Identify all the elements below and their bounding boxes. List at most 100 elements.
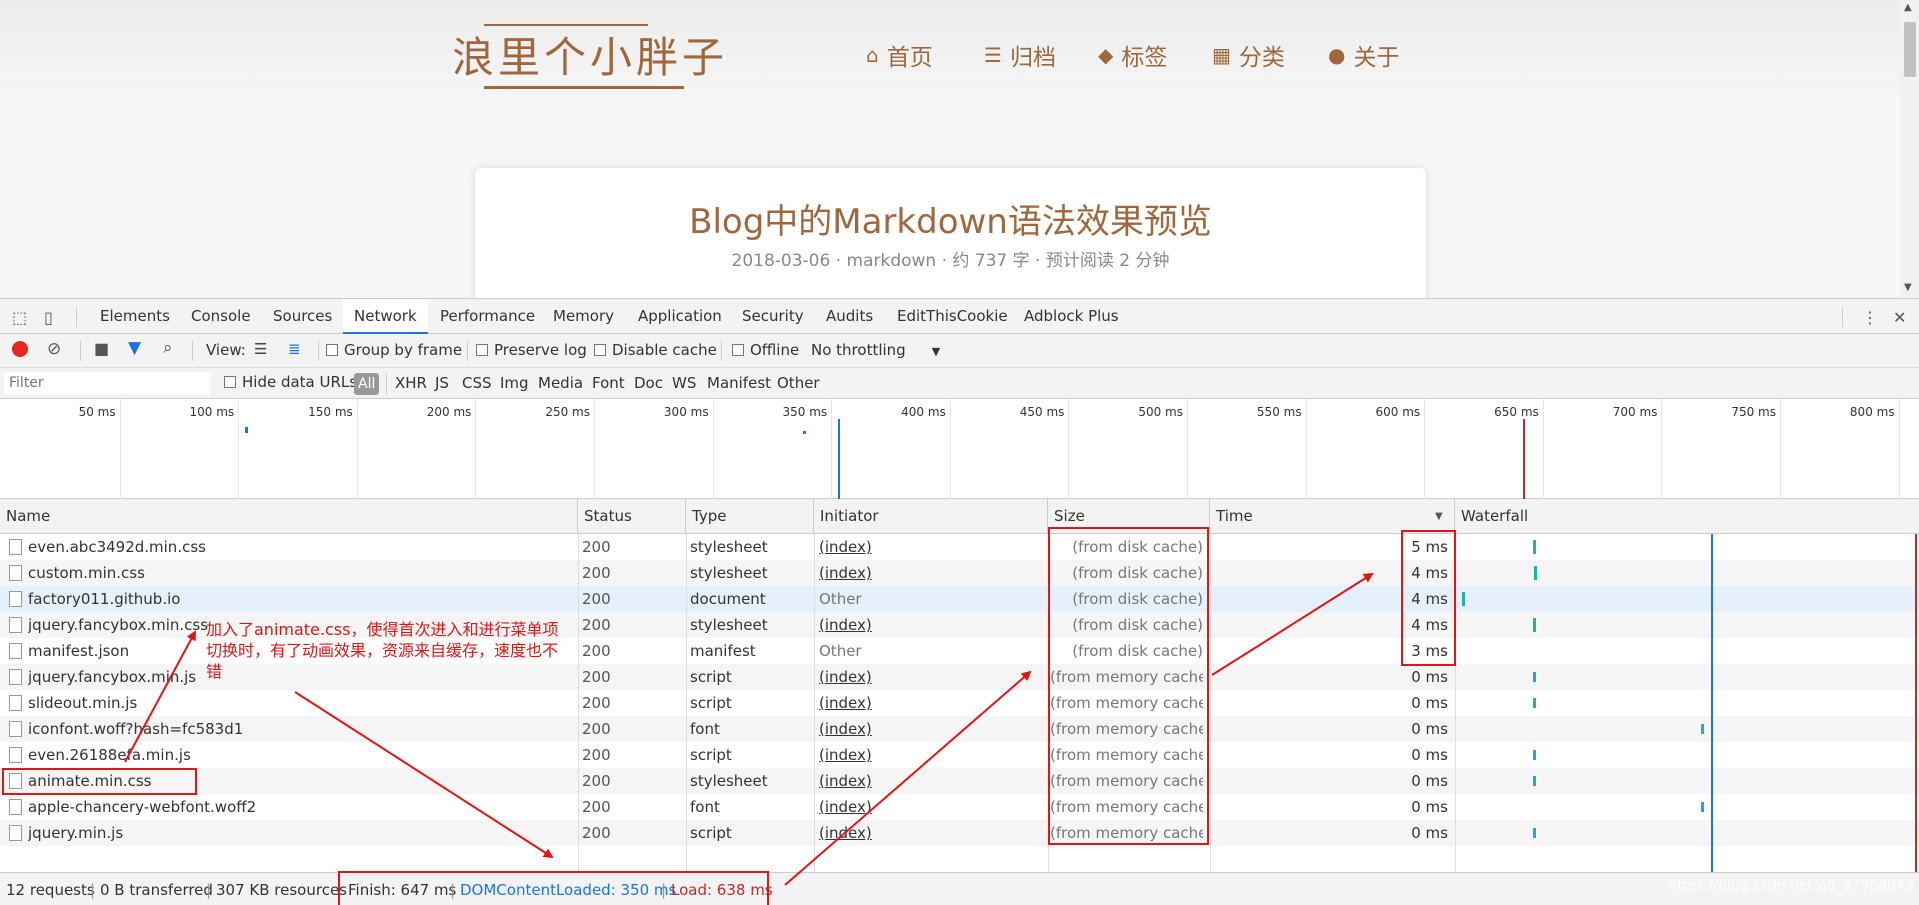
- device-toolbar-icon[interactable]: ▯: [44, 308, 53, 327]
- scroll-up-icon[interactable]: ▲: [1904, 2, 1912, 13]
- request-name[interactable]: factory011.github.io: [28, 586, 573, 612]
- table-row[interactable]: even.26188efa.min.js 200 script (index) (fro…: [0, 742, 1919, 768]
- offline-checkbox[interactable]: Offline: [732, 341, 799, 359]
- request-name[interactable]: even.26188efa.min.js: [28, 742, 573, 768]
- column-name[interactable]: Name: [0, 499, 578, 534]
- close-icon[interactable]: ✕: [1893, 308, 1906, 327]
- request-name[interactable]: even.abc3492d.min.css: [28, 534, 573, 560]
- table-row[interactable]: factory011.github.io 200 document Other (fro…: [0, 586, 1919, 612]
- table-row[interactable]: apple-chancery-webfont.woff2 200 font (inde…: [0, 794, 1919, 820]
- table-row[interactable]: even.abc3492d.min.css 200 stylesheet (index…: [0, 534, 1919, 560]
- tab-performance[interactable]: Performance: [440, 299, 535, 334]
- group-by-frame-checkbox[interactable]: Group by frame: [326, 341, 462, 359]
- column-initiator[interactable]: Initiator: [814, 499, 1048, 534]
- tab-editthiscookie[interactable]: EditThisCookie: [897, 299, 1008, 334]
- request-initiator[interactable]: (index): [819, 690, 1039, 716]
- table-row[interactable]: iconfont.woff?hash=fc583d1 200 font (index)…: [0, 716, 1919, 742]
- filter-type-manifest[interactable]: Manifest: [707, 374, 771, 392]
- tab-adblock-plus[interactable]: Adblock Plus: [1024, 299, 1119, 334]
- request-initiator[interactable]: (index): [819, 612, 1039, 638]
- devtools-panel: ⬚ ▯ Elements Console Sources Network Per…: [0, 298, 1919, 905]
- screenshot-camera-icon[interactable]: ■: [94, 339, 109, 358]
- request-initiator[interactable]: (index): [819, 716, 1039, 742]
- filter-type-doc[interactable]: Doc: [634, 374, 663, 392]
- divider: [80, 341, 81, 361]
- filter-type-all[interactable]: All: [354, 373, 380, 395]
- divider: [318, 341, 319, 361]
- load-marker: [1523, 419, 1525, 499]
- filter-type-font[interactable]: Font: [592, 374, 625, 392]
- tab-security[interactable]: Security: [742, 299, 804, 334]
- large-rows-icon[interactable]: ☰: [254, 340, 267, 358]
- column-status[interactable]: Status: [578, 499, 686, 534]
- column-type[interactable]: Type: [686, 499, 814, 534]
- overview-tick-label: 350 ms: [782, 405, 828, 419]
- record-button[interactable]: [12, 341, 28, 357]
- overview-gridline: [712, 399, 714, 499]
- filter-type-ws[interactable]: WS: [672, 374, 696, 392]
- waterfall-view-icon[interactable]: ≣: [288, 340, 301, 358]
- file-icon: [9, 539, 22, 555]
- request-initiator[interactable]: (index): [819, 768, 1039, 794]
- request-initiator[interactable]: (index): [819, 742, 1039, 768]
- nav-tags[interactable]: ◆ 标签: [1098, 38, 1167, 72]
- nav-about[interactable]: ● 关于: [1328, 38, 1399, 72]
- nav-categories[interactable]: ▦ 分类: [1212, 38, 1285, 72]
- waterfall-bar: [1533, 776, 1536, 786]
- request-name[interactable]: apple-chancery-webfont.woff2: [28, 794, 573, 820]
- clear-icon[interactable]: ⊘: [47, 339, 61, 359]
- filter-bar: Hide data URLs All XHR JS CSS Img Media …: [0, 368, 1919, 399]
- disable-cache-checkbox[interactable]: Disable cache: [594, 341, 717, 359]
- more-options-icon[interactable]: ⋮: [1862, 308, 1878, 327]
- request-time: 0 ms: [1411, 798, 1448, 816]
- devtools-tab-bar: ⬚ ▯ Elements Console Sources Network Per…: [0, 299, 1919, 334]
- request-initiator[interactable]: (index): [819, 794, 1039, 820]
- scroll-down-icon[interactable]: ▼: [1904, 282, 1912, 293]
- preserve-log-checkbox[interactable]: Preserve log: [476, 341, 587, 359]
- filter-input[interactable]: [4, 372, 210, 394]
- dom-content-loaded-marker: [838, 419, 840, 499]
- nav-home[interactable]: ⌂ 首页: [866, 38, 933, 72]
- waterfall-bar: [1534, 566, 1537, 580]
- request-initiator[interactable]: (index): [819, 820, 1039, 846]
- filter-type-js[interactable]: JS: [435, 374, 449, 392]
- tab-application[interactable]: Application: [638, 299, 722, 334]
- hide-data-urls-checkbox[interactable]: Hide data URLs: [224, 373, 357, 391]
- tab-network[interactable]: Network: [343, 299, 428, 334]
- post-title[interactable]: Blog中的Markdown语法效果预览: [475, 194, 1426, 243]
- request-initiator[interactable]: (index): [819, 664, 1039, 690]
- filter-type-media[interactable]: Media: [538, 374, 583, 392]
- request-time: 0 ms: [1411, 720, 1448, 738]
- request-name[interactable]: slideout.min.js: [28, 690, 573, 716]
- scrollbar-thumb[interactable]: [1904, 22, 1916, 77]
- network-overview-timeline[interactable]: 50 ms 100 ms 150 ms 200 ms 250 ms 300 ms 350 m…: [0, 399, 1919, 499]
- nav-archive[interactable]: ☰ 归档: [984, 38, 1056, 72]
- tab-memory[interactable]: Memory: [553, 299, 614, 334]
- filter-type-img[interactable]: Img: [500, 374, 529, 392]
- request-name[interactable]: jquery.min.js: [28, 820, 573, 846]
- tab-sources[interactable]: Sources: [273, 299, 332, 334]
- filter-icon[interactable]: ▼: [128, 338, 141, 358]
- column-waterfall[interactable]: Waterfall: [1455, 499, 1919, 534]
- search-icon[interactable]: ⌕: [163, 338, 173, 358]
- request-initiator[interactable]: (index): [819, 534, 1039, 560]
- filter-type-other[interactable]: Other: [777, 374, 820, 392]
- inspect-element-icon[interactable]: ⬚: [12, 308, 27, 327]
- column-time[interactable]: Time: [1210, 499, 1455, 534]
- request-name[interactable]: iconfont.woff?hash=fc583d1: [28, 716, 573, 742]
- page-scrollbar[interactable]: ▲ ▼: [1900, 0, 1919, 298]
- tab-audits[interactable]: Audits: [826, 299, 873, 334]
- filter-type-css[interactable]: CSS: [462, 374, 492, 392]
- site-logo[interactable]: 浪里个小胖子: [452, 24, 728, 85]
- throttling-select[interactable]: No throttling ▼: [811, 341, 940, 359]
- filter-type-xhr[interactable]: XHR: [395, 374, 427, 392]
- table-row[interactable]: slideout.min.js 200 script (index) (from mem…: [0, 690, 1919, 716]
- tab-console[interactable]: Console: [191, 299, 251, 334]
- table-row[interactable]: jquery.min.js 200 script (index) (from memor…: [0, 820, 1919, 846]
- table-row[interactable]: animate.min.css 200 stylesheet (index) (from…: [0, 768, 1919, 794]
- request-initiator[interactable]: (index): [819, 560, 1039, 586]
- table-row[interactable]: custom.min.css 200 stylesheet (index) (from …: [0, 560, 1919, 586]
- tab-elements[interactable]: Elements: [100, 299, 170, 334]
- request-name[interactable]: custom.min.css: [28, 560, 573, 586]
- sort-descending-icon[interactable]: ▼: [1435, 511, 1443, 522]
